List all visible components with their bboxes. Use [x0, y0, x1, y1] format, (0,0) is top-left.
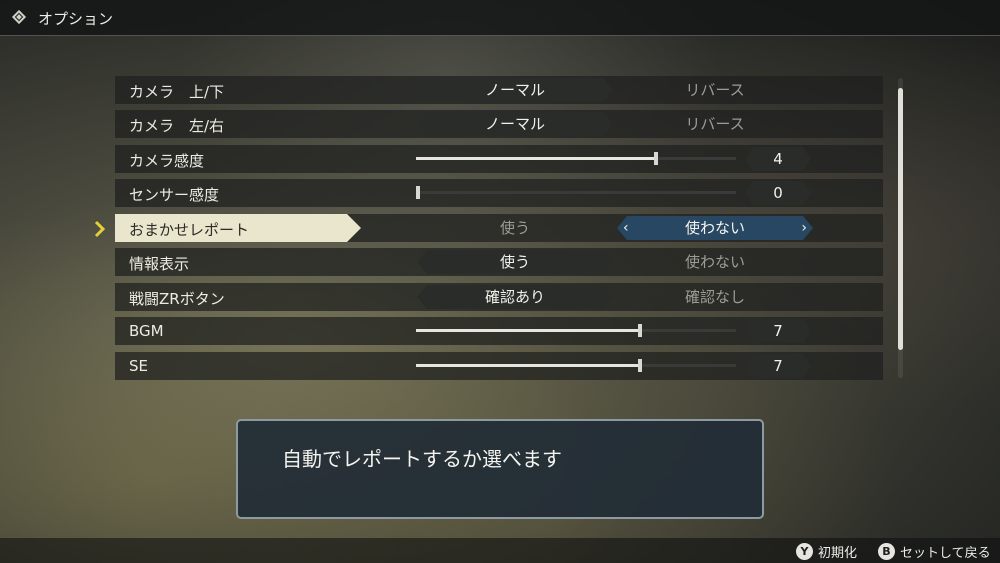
option-label: 情報表示: [129, 255, 190, 273]
option-choice-label: 使わない: [684, 219, 745, 237]
chevron-right-icon[interactable]: ›: [801, 216, 807, 240]
y-button-icon: Y: [796, 542, 813, 560]
diamond-menu-icon: [11, 9, 27, 25]
option-choice-label: 使う: [499, 219, 530, 237]
slider-fill: [416, 329, 640, 332]
option-choice[interactable]: 使う: [417, 250, 613, 274]
slider-knob[interactable]: [654, 152, 658, 165]
option-choice-label: 確認なし: [684, 288, 745, 306]
option-choice[interactable]: 使わない: [617, 250, 813, 274]
option-row[interactable]: SE 7: [115, 352, 883, 380]
option-label: カメラ感度: [129, 152, 205, 170]
option-choice-label: 使わない: [684, 253, 745, 271]
reset-label: 初期化: [818, 545, 858, 561]
slider-fill: [416, 157, 656, 160]
description-box: 自動でレポートするか選べます: [236, 419, 764, 519]
slider-value: 0: [745, 181, 811, 205]
option-label: カメラ 左/右: [129, 117, 225, 135]
slider-track[interactable]: [416, 324, 736, 337]
option-choice-label: ノーマル: [484, 81, 545, 99]
option-choice[interactable]: 確認なし: [617, 285, 813, 309]
option-row[interactable]: カメラ感度 4: [115, 145, 883, 173]
slider-knob[interactable]: [638, 324, 642, 337]
slider-value: 7: [745, 354, 811, 378]
chevron-left-icon[interactable]: ‹: [623, 216, 629, 240]
option-row[interactable]: センサー感度 0: [115, 179, 883, 207]
option-row[interactable]: BGM 7: [115, 317, 883, 345]
option-row[interactable]: おまかせレポート 使う 使わない ‹ ›: [115, 214, 883, 242]
option-choice-label: 使う: [499, 253, 530, 271]
header-bar: オプション: [0, 0, 1000, 36]
slider-track[interactable]: [416, 186, 736, 199]
option-label: おまかせレポート: [129, 221, 250, 239]
slider-fill: [416, 364, 640, 367]
option-label: カメラ 上/下: [129, 83, 225, 101]
option-label: センサー感度: [129, 186, 220, 204]
option-choice[interactable]: リバース: [617, 78, 813, 102]
slider-value: 4: [745, 147, 811, 171]
option-choice[interactable]: 使わない ‹ ›: [617, 216, 813, 240]
option-row[interactable]: 情報表示 使う 使わない: [115, 248, 883, 276]
option-choice-label: リバース: [685, 81, 745, 99]
slider-knob[interactable]: [416, 186, 420, 199]
option-row[interactable]: カメラ 左/右 ノーマル リバース: [115, 110, 883, 138]
slider-track[interactable]: [416, 359, 736, 372]
back-label: セットして戻る: [900, 545, 991, 561]
option-choice[interactable]: ノーマル: [417, 78, 613, 102]
option-choice[interactable]: 確認あり: [417, 285, 613, 309]
option-row[interactable]: カメラ 上/下 ノーマル リバース: [115, 76, 883, 104]
option-choice[interactable]: ノーマル: [417, 112, 613, 136]
reset-hint[interactable]: Y 初期化: [796, 541, 857, 561]
b-button-icon: B: [878, 542, 895, 560]
option-choice-label: ノーマル: [484, 115, 545, 133]
option-choice[interactable]: 使う: [417, 216, 613, 240]
option-choice-label: リバース: [685, 115, 745, 133]
option-label: BGM: [129, 322, 164, 340]
slider-value: 7: [745, 319, 811, 343]
selection-cursor-icon: [94, 220, 106, 238]
scrollbar-thumb[interactable]: [898, 88, 903, 350]
page-title: オプション: [38, 10, 114, 28]
description-text: 自動でレポートするか選べます: [282, 447, 562, 471]
option-label: 戦闘ZRボタン: [129, 290, 225, 308]
slider-track[interactable]: [416, 152, 736, 165]
option-choice-label: 確認あり: [484, 288, 545, 306]
slider-knob[interactable]: [638, 359, 642, 372]
option-label: SE: [129, 357, 148, 375]
back-hint[interactable]: B セットして戻る: [878, 541, 991, 561]
option-choice[interactable]: リバース: [617, 112, 813, 136]
footer-bar: Y 初期化 B セットして戻る: [0, 538, 1000, 563]
option-row[interactable]: 戦闘ZRボタン 確認あり 確認なし: [115, 283, 883, 311]
